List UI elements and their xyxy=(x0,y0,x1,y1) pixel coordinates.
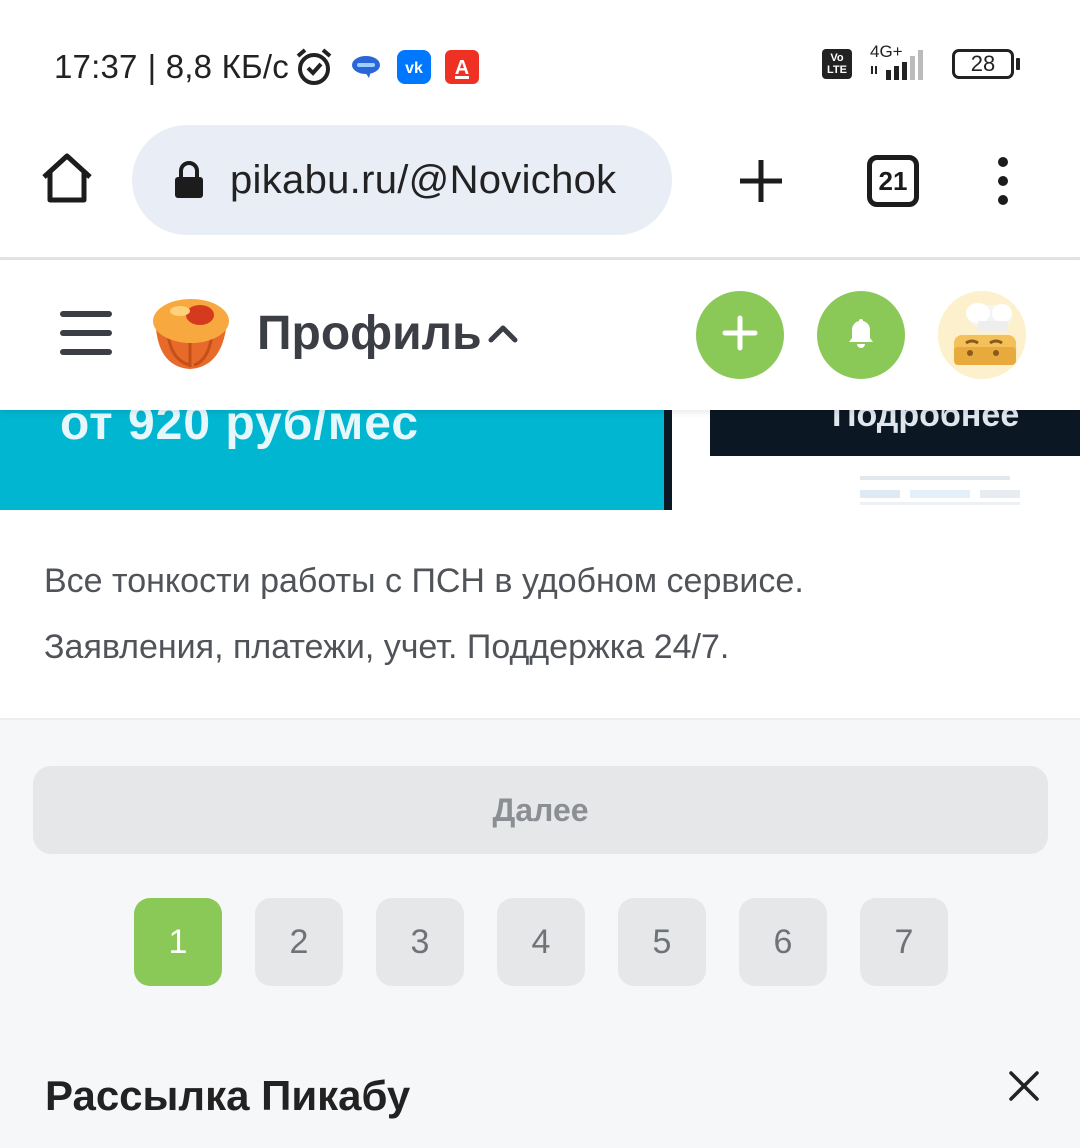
page-button-7[interactable]: 7 xyxy=(860,898,948,986)
lock-icon xyxy=(172,160,206,200)
site-header: Профиль xyxy=(0,260,1080,410)
ad-description-line: Все тонкости работы с ПСН в удобном серв… xyxy=(44,562,804,600)
tab-count: 21 xyxy=(878,165,908,196)
page-button-1[interactable]: 1 xyxy=(134,898,222,986)
svg-text:А: А xyxy=(455,57,469,79)
volte-icon: Vo LTE xyxy=(822,49,852,79)
avatar[interactable] xyxy=(938,291,1026,379)
address-bar[interactable]: pikabu.ru/@Novichok xyxy=(132,125,672,235)
url-text: pikabu.ru/@Novichok xyxy=(230,157,617,202)
ad-more-button[interactable]: Подробнее xyxy=(832,410,1019,435)
add-post-button[interactable] xyxy=(696,291,784,379)
home-icon[interactable] xyxy=(38,150,96,208)
svg-text:vk: vk xyxy=(405,60,423,77)
status-bar: 17:37 | 8,8 КБ/с vk А Vo LTE 4G+ 28 xyxy=(0,0,1080,130)
page-button-5[interactable]: 5 xyxy=(618,898,706,986)
pikabu-logo[interactable] xyxy=(150,295,232,373)
ad-description: Все тонкости работы с ПСН в удобном серв… xyxy=(44,548,1034,680)
next-page-button[interactable]: Далее xyxy=(33,766,1048,854)
new-tab-button[interactable] xyxy=(736,156,786,206)
volte-label-top: Vo xyxy=(830,52,844,64)
page-button-3[interactable]: 3 xyxy=(376,898,464,986)
alfa-bank-icon: А xyxy=(444,50,479,84)
volte-label-bottom: LTE xyxy=(827,64,847,76)
pagination: 1 2 3 4 5 6 7 xyxy=(134,898,948,986)
status-right: Vo LTE 4G+ 28 xyxy=(822,42,1020,84)
ad-banner[interactable]: от 920 руб/мес Подробнее xyxy=(0,410,1080,510)
ad-preview-image xyxy=(860,476,1020,505)
ad-banner-left: от 920 руб/мес xyxy=(0,410,664,510)
alarm-icon xyxy=(293,46,335,88)
notifications-button[interactable] xyxy=(817,291,905,379)
page-button-2[interactable]: 2 xyxy=(255,898,343,986)
page-button-6[interactable]: 6 xyxy=(739,898,827,986)
more-menu-icon[interactable] xyxy=(990,156,1016,206)
page-button-4[interactable]: 4 xyxy=(497,898,585,986)
ad-description-line: Заявления, платежи, учет. Поддержка 24/7… xyxy=(44,628,730,666)
plus-icon xyxy=(722,315,758,356)
tab-switcher-button[interactable]: 21 xyxy=(867,155,919,207)
bell-icon xyxy=(846,317,876,354)
battery-level: 28 xyxy=(970,51,996,76)
ad-banner-right: Подробнее xyxy=(664,410,1080,510)
page-title[interactable]: Профиль xyxy=(257,306,482,361)
status-time: 17:37 xyxy=(54,48,138,85)
ad-price: от 920 руб/мес xyxy=(60,410,420,450)
status-left: 17:37 | 8,8 КБ/с vk А xyxy=(54,46,479,88)
pagination-section: Далее 1 2 3 4 5 6 7 Рассылка Пикабу xyxy=(0,718,1080,1148)
close-icon[interactable] xyxy=(1008,1070,1040,1102)
signal-icon: 4G+ xyxy=(866,42,938,84)
vk-icon: vk xyxy=(396,50,431,84)
status-speed: | 8,8 КБ/с xyxy=(147,48,289,85)
messages-icon xyxy=(349,52,383,82)
newsletter-title: Рассылка Пикабу xyxy=(45,1072,411,1119)
chevron-up-icon[interactable] xyxy=(487,322,519,344)
hamburger-menu-icon[interactable] xyxy=(60,307,112,359)
battery-icon: 28 xyxy=(952,49,1020,79)
